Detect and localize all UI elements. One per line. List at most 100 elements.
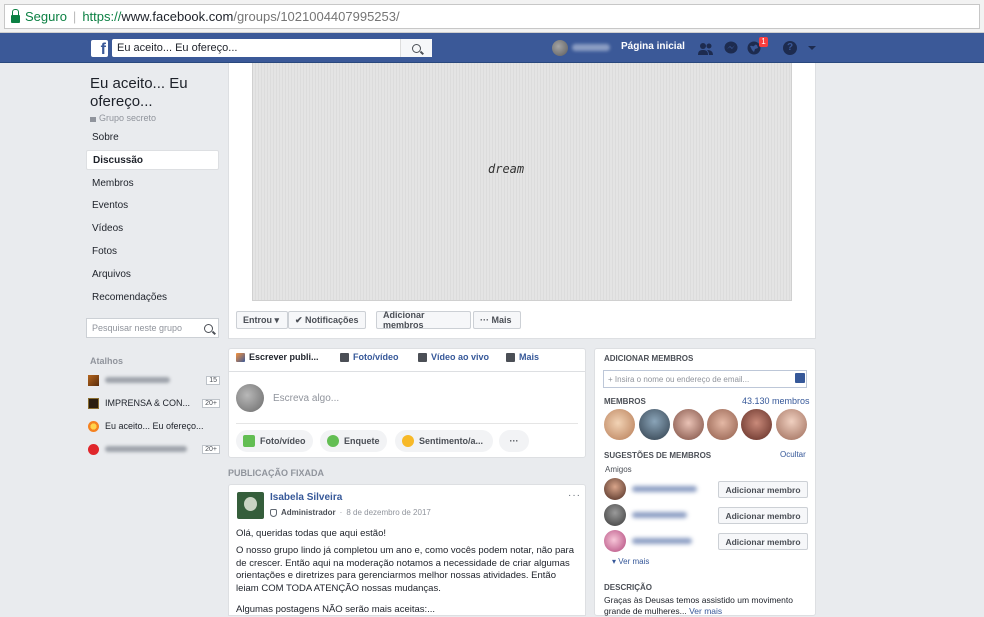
more-icon xyxy=(506,352,515,362)
photo-icon xyxy=(340,352,349,362)
feeling-icon xyxy=(402,435,414,447)
shortcut-group-icon xyxy=(88,374,99,386)
avatar[interactable] xyxy=(237,492,264,519)
add-members-title: ADICIONAR MEMBROS xyxy=(604,354,694,363)
composer-divider xyxy=(228,371,586,372)
avatar[interactable] xyxy=(604,530,626,552)
post-menu-button[interactable]: ··· xyxy=(568,490,581,501)
tab-photo-video-label: Foto/vídeo xyxy=(353,352,399,362)
post-author[interactable]: Isabela Silveira xyxy=(270,492,342,503)
search-icon xyxy=(204,323,213,333)
sidebar-item-arquivos[interactable]: Arquivos xyxy=(86,265,219,285)
member-avatar[interactable] xyxy=(673,409,704,440)
add-members-button[interactable]: Adicionar membros xyxy=(376,310,471,330)
poll-button[interactable]: Enquete xyxy=(320,430,387,452)
profile-name-blurred[interactable] xyxy=(572,44,610,51)
post-paragraph: Algumas postagens NÃO serão mais aceitas… xyxy=(236,604,436,615)
secure-label: Seguro xyxy=(25,9,67,24)
group-privacy: Grupo secreto xyxy=(90,113,156,123)
sidebar-item-recomendacoes[interactable]: Recomendações xyxy=(86,288,219,308)
url-field[interactable]: Seguro | https://www.facebook.com/groups… xyxy=(4,4,980,29)
sidebar-item-sobre[interactable]: Sobre xyxy=(86,128,219,148)
composer-input[interactable]: Escreva algo... xyxy=(273,393,339,404)
shortcut-item[interactable]: Eu aceito... Eu ofereço... xyxy=(88,418,220,434)
members-count-link[interactable]: 43.130 membros xyxy=(742,396,810,406)
sidebar-item-discussao[interactable]: Discussão xyxy=(86,150,219,170)
post-paragraph: O nosso grupo lindo já completou um ano … xyxy=(236,545,574,594)
member-avatar[interactable] xyxy=(741,409,772,440)
friends-label: Amigos xyxy=(605,465,632,474)
tab-live-video[interactable]: Vídeo ao vivo xyxy=(418,352,489,362)
suggested-member-name-blurred[interactable] xyxy=(632,486,697,492)
suggested-member-name-blurred[interactable] xyxy=(632,538,692,544)
joined-button[interactable]: Entrou ▾ xyxy=(236,311,288,329)
see-more-label: Ver mais xyxy=(618,557,650,566)
see-more-suggestions-link[interactable]: ▾ Ver mais xyxy=(612,557,649,566)
home-link[interactable]: Página inicial xyxy=(621,41,685,52)
post-paragraph: Olá, queridas todas que aqui estão! xyxy=(236,528,386,539)
profile-avatar[interactable] xyxy=(552,40,568,56)
tab-more[interactable]: Mais xyxy=(506,352,539,362)
more-button[interactable]: ··· Mais xyxy=(473,311,521,329)
feeling-label: Sentimento/a... xyxy=(419,436,484,446)
account-menu-caret-icon[interactable] xyxy=(808,46,816,50)
group-privacy-label: Grupo secreto xyxy=(99,113,157,123)
sidebar-item-fotos[interactable]: Fotos xyxy=(86,242,219,262)
shortcut-label: Eu aceito... Eu ofereço... xyxy=(105,421,204,431)
composer-divider xyxy=(236,423,578,424)
member-avatar[interactable] xyxy=(604,409,635,440)
friend-requests-icon[interactable] xyxy=(697,40,713,56)
tab-live-video-label: Vídeo ao vivo xyxy=(431,352,490,362)
shortcuts-title: Atalhos xyxy=(90,356,124,366)
members-title: MEMBROS xyxy=(604,397,646,406)
group-search-placeholder: Pesquisar neste grupo xyxy=(92,323,183,333)
shortcut-label-blurred xyxy=(105,377,170,383)
notifications-button[interactable]: ✔ Notificações xyxy=(288,311,366,329)
messenger-icon[interactable] xyxy=(723,40,739,56)
meta-separator: · xyxy=(339,508,343,517)
url-prefix: https:// xyxy=(82,9,122,24)
suggested-member-name-blurred[interactable] xyxy=(632,512,687,518)
photo-video-label: Foto/vídeo xyxy=(260,436,306,446)
lock-icon xyxy=(11,8,20,23)
post-date[interactable]: 8 de dezembro de 2017 xyxy=(346,508,431,517)
description-see-more-link[interactable]: Ver mais xyxy=(689,606,722,616)
sidebar-item-eventos[interactable]: Eventos xyxy=(86,196,219,216)
feeling-button[interactable]: Sentimento/a... xyxy=(395,430,493,452)
shortcut-group-icon xyxy=(88,420,99,432)
add-members-input[interactable]: + Insira o nome ou endereço de email... xyxy=(603,370,807,388)
shortcut-group-icon xyxy=(88,443,99,455)
tab-photo-video[interactable]: Foto/vídeo xyxy=(340,352,399,362)
facebook-logo[interactable]: f xyxy=(91,40,108,57)
sidebar-item-membros[interactable]: Membros xyxy=(86,174,219,194)
search-input[interactable]: Eu aceito... Eu ofereço... xyxy=(112,39,432,57)
help-icon[interactable]: ? xyxy=(783,41,797,55)
shortcut-label: IMPRENSA & CON... xyxy=(105,398,191,408)
tab-write-post[interactable]: Escrever publi... xyxy=(236,352,319,362)
add-member-button[interactable]: Adicionar membro xyxy=(718,533,808,550)
search-button[interactable] xyxy=(400,39,432,57)
member-avatar[interactable] xyxy=(776,409,807,440)
sidebar-item-videos[interactable]: Vídeos xyxy=(86,219,219,239)
avatar[interactable] xyxy=(604,478,626,500)
shortcut-item[interactable]: 20+ xyxy=(88,441,220,457)
member-avatar[interactable] xyxy=(639,409,670,440)
tab-write-post-label: Escrever publi... xyxy=(249,352,319,362)
group-name[interactable]: Eu aceito... Eu ofereço... xyxy=(90,75,220,111)
member-avatar[interactable] xyxy=(707,409,738,440)
pinned-post-label: PUBLICAÇÃO FIXADA xyxy=(228,468,324,478)
photo-video-button[interactable]: Foto/vídeo xyxy=(236,430,313,452)
shortcut-item[interactable]: 15 xyxy=(88,372,220,388)
group-search-input[interactable]: Pesquisar neste grupo xyxy=(86,318,219,338)
search-icon xyxy=(412,43,421,53)
contacts-icon[interactable] xyxy=(795,373,805,383)
cover-photo[interactable] xyxy=(252,63,792,301)
add-member-button[interactable]: Adicionar membro xyxy=(718,481,808,498)
avatar[interactable] xyxy=(604,504,626,526)
more-actions-button[interactable]: ··· xyxy=(499,430,529,452)
shortcut-item[interactable]: IMPRENSA & CON... 20+ xyxy=(88,395,220,411)
add-member-button[interactable]: Adicionar membro xyxy=(718,507,808,524)
poll-label: Enquete xyxy=(344,436,380,446)
cover-photo-text: dream xyxy=(488,162,525,176)
hide-suggestions-link[interactable]: Ocultar xyxy=(780,450,806,459)
